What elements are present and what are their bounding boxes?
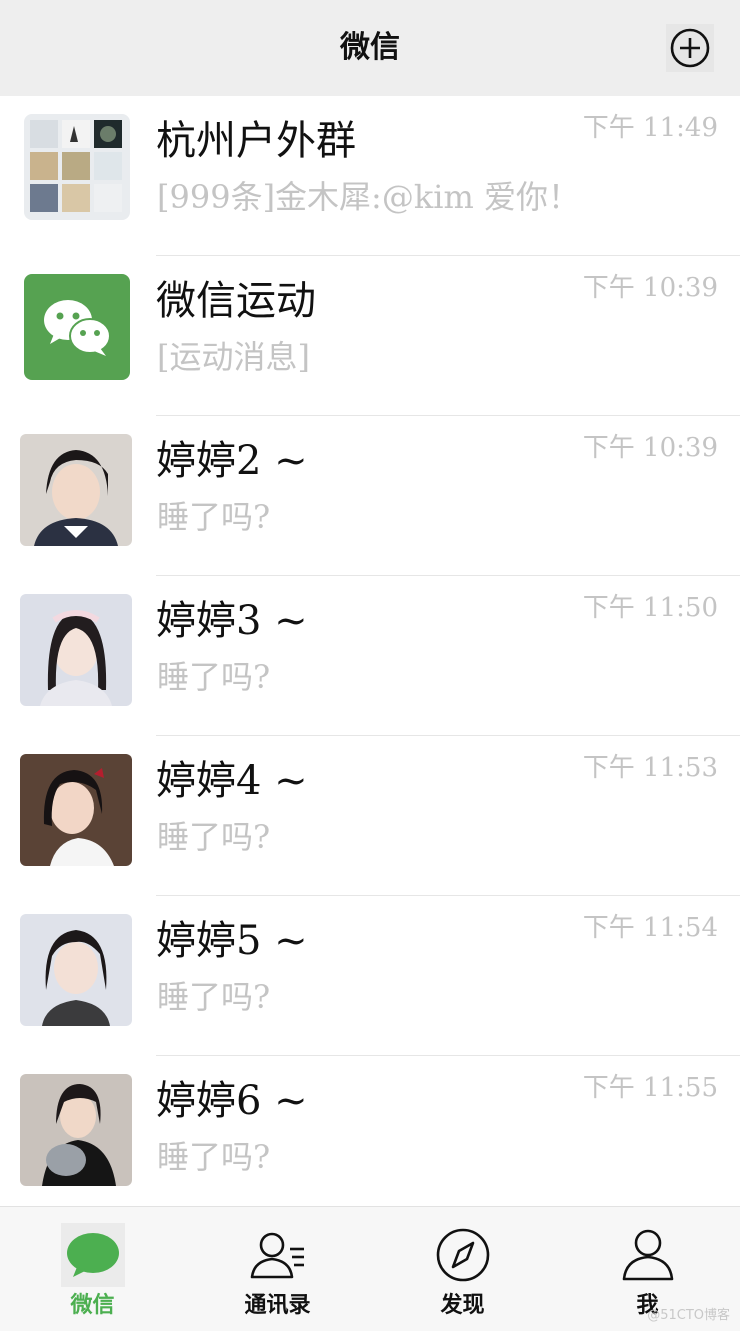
chat-name: 杭州户外群: [156, 118, 356, 164]
chat-row[interactable]: 婷婷6 ~ 睡了吗? 下午 11:55: [0, 1056, 740, 1216]
wechat-logo-icon: [24, 274, 130, 380]
group-avatar[interactable]: [24, 114, 130, 220]
chat-time: 下午 11:50: [582, 593, 718, 623]
chat-preview: [999条]金木犀:@kim 爱你！: [157, 178, 580, 216]
chat-row[interactable]: 婷婷2 ~ 睡了吗? 下午 10:39: [0, 416, 740, 576]
person-icon: [616, 1223, 680, 1287]
chat-time: 下午 11:54: [582, 913, 718, 943]
contact-avatar[interactable]: [20, 434, 132, 546]
chat-preview: 睡了吗?: [157, 978, 271, 1016]
chat-preview: 睡了吗?: [157, 1138, 271, 1176]
wechat-sports-avatar[interactable]: [24, 274, 130, 380]
chat-row[interactable]: 婷婷4 ~ 睡了吗? 下午 11:53: [0, 736, 740, 896]
tab-contacts[interactable]: 通讯录: [185, 1207, 370, 1331]
chat-row[interactable]: 婷婷5 ~ 睡了吗? 下午 11:54: [0, 896, 740, 1056]
chat-row[interactable]: 杭州户外群 [999条]金木犀:@kim 爱你！ 下午 11:49: [0, 96, 740, 256]
contacts-icon: [246, 1223, 310, 1287]
chat-bubble-icon: [60, 1223, 125, 1287]
chat-name: 婷婷2 ~: [156, 438, 308, 484]
watermark-text: @51CTO博客: [647, 1308, 730, 1323]
tab-discover[interactable]: 发现: [370, 1207, 555, 1331]
chat-preview: [运动消息]: [157, 338, 310, 376]
tab-chats[interactable]: 微信: [0, 1207, 185, 1331]
chat-name: 婷婷4 ~: [156, 758, 308, 804]
chat-name: 婷婷6 ~: [156, 1078, 308, 1124]
chat-preview: 睡了吗?: [157, 818, 271, 856]
chat-time: 下午 10:39: [582, 433, 718, 463]
chat-time: 下午 11:53: [582, 753, 718, 783]
chat-list: 杭州户外群 [999条]金木犀:@kim 爱你！ 下午 11:49 微信运动 […: [0, 96, 740, 1216]
page-title: 微信: [340, 30, 400, 65]
add-button[interactable]: [666, 24, 714, 72]
plus-circle-icon: [670, 28, 710, 68]
chat-name: 婷婷3 ~: [156, 598, 308, 644]
chat-time: 下午 10:39: [582, 273, 718, 303]
chat-name: 婷婷5 ~: [156, 918, 308, 964]
chat-row[interactable]: 微信运动 [运动消息] 下午 10:39: [0, 256, 740, 416]
contact-avatar[interactable]: [20, 594, 132, 706]
top-navigation-bar: 微信: [0, 0, 740, 96]
chat-preview: 睡了吗?: [157, 658, 271, 696]
compass-icon: [431, 1223, 495, 1287]
tab-label: 通讯录: [244, 1292, 311, 1318]
chat-row[interactable]: 婷婷3 ~ 睡了吗? 下午 11:50: [0, 576, 740, 736]
chat-time: 下午 11:55: [582, 1073, 718, 1103]
contact-avatar[interactable]: [20, 1074, 132, 1186]
tab-label: 发现: [440, 1292, 485, 1318]
tab-label: 微信: [70, 1292, 115, 1318]
contact-avatar[interactable]: [20, 914, 132, 1026]
bottom-tab-bar: 微信 通讯录 发现 我 @51CTO博客: [0, 1206, 740, 1331]
contact-avatar[interactable]: [20, 754, 132, 866]
chat-preview: 睡了吗?: [157, 498, 271, 536]
chat-name: 微信运动: [156, 278, 316, 324]
chat-time: 下午 11:49: [582, 113, 718, 143]
